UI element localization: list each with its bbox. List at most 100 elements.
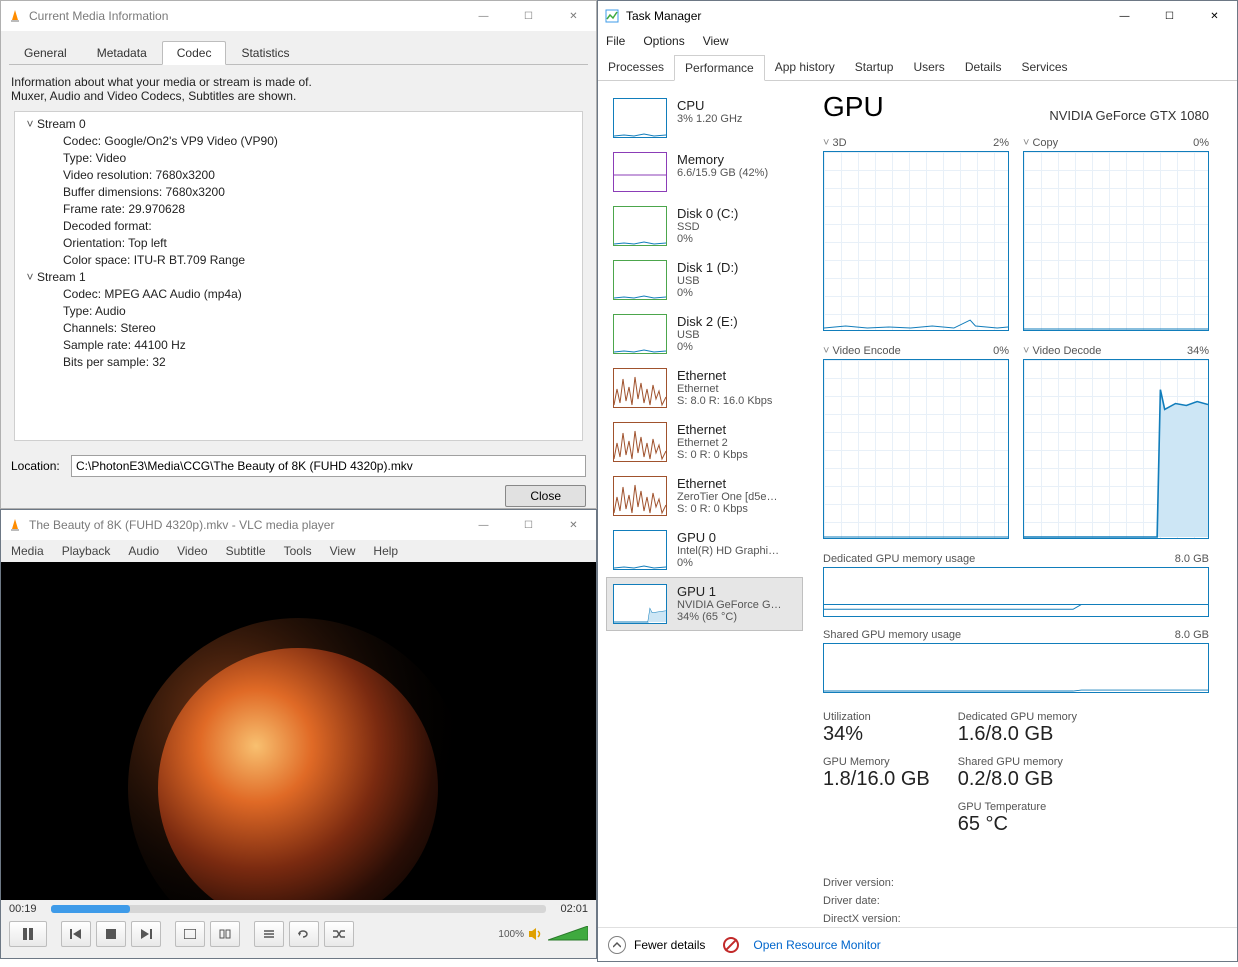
codec-property[interactable]: Codec: MPEG AAC Audio (mp4a) bbox=[63, 286, 574, 303]
menu-subtitle[interactable]: Subtitle bbox=[226, 544, 266, 558]
codec-description: Information about what your media or str… bbox=[11, 65, 586, 445]
chart-label[interactable]: Video Decode bbox=[1023, 345, 1101, 357]
codec-property[interactable]: Sample rate: 44100 Hz bbox=[63, 337, 574, 354]
open-resource-monitor-link[interactable]: Open Resource Monitor bbox=[753, 938, 880, 952]
menu-playback[interactable]: Playback bbox=[62, 544, 111, 558]
tab-details[interactable]: Details bbox=[955, 55, 1012, 80]
codec-property[interactable]: Color space: ITU-R BT.709 Range bbox=[63, 252, 574, 269]
codec-tree[interactable]: ˅Stream 0Codec: Google/On2's VP9 Video (… bbox=[14, 111, 583, 441]
vlc-info-titlebar[interactable]: Current Media Information — ☐ ✕ bbox=[1, 1, 596, 31]
chart-label[interactable]: 3D bbox=[823, 137, 847, 149]
menu-file[interactable]: File bbox=[606, 34, 625, 48]
seek-bar[interactable]: 00:19 02:01 bbox=[9, 903, 588, 915]
previous-button[interactable] bbox=[61, 921, 91, 947]
vlc-player-window: The Beauty of 8K (FUHD 4320p).mkv - VLC … bbox=[0, 509, 597, 959]
sidebar-item-gpu-0[interactable]: GPU 0Intel(R) HD Graphi…0% bbox=[606, 523, 803, 577]
volume-control[interactable]: 100% bbox=[498, 926, 588, 942]
maximize-button[interactable]: ☐ bbox=[1147, 1, 1192, 31]
gpu-chart-video-decode[interactable] bbox=[1023, 359, 1209, 539]
sidebar-item-memory[interactable]: Memory6.6/15.9 GB (42%) bbox=[606, 145, 803, 199]
codec-property[interactable]: Channels: Stereo bbox=[63, 320, 574, 337]
menu-view[interactable]: View bbox=[703, 34, 729, 48]
location-input[interactable] bbox=[71, 455, 586, 477]
expand-icon[interactable]: ˅ bbox=[23, 116, 37, 133]
minimize-button[interactable]: — bbox=[1102, 1, 1147, 31]
pause-button[interactable] bbox=[9, 921, 47, 947]
tab-users[interactable]: Users bbox=[903, 55, 954, 80]
sidebar-item-disk-2-e-[interactable]: Disk 2 (E:)USB0% bbox=[606, 307, 803, 361]
tab-statistics[interactable]: Statistics bbox=[226, 41, 304, 64]
task-manager-icon bbox=[604, 8, 620, 24]
sidebar-item-gpu-1[interactable]: GPU 1NVIDIA GeForce G…34% (65 °C) bbox=[606, 577, 803, 631]
dedicated-mem-chart[interactable] bbox=[823, 567, 1209, 617]
tab-app-history[interactable]: App history bbox=[765, 55, 845, 80]
menu-video[interactable]: Video bbox=[177, 544, 207, 558]
chart-label[interactable]: Copy bbox=[1023, 137, 1058, 149]
tab-startup[interactable]: Startup bbox=[845, 55, 904, 80]
minimize-button[interactable]: — bbox=[461, 1, 506, 31]
stream-header[interactable]: Stream 1 bbox=[37, 269, 86, 286]
maximize-button[interactable]: ☐ bbox=[506, 510, 551, 540]
video-area[interactable] bbox=[1, 562, 596, 900]
sidebar-item-disk-0-c-[interactable]: Disk 0 (C:)SSD0% bbox=[606, 199, 803, 253]
thumbnail-chart bbox=[613, 422, 667, 462]
shuffle-button[interactable] bbox=[324, 921, 354, 947]
close-button[interactable]: Close bbox=[505, 485, 586, 507]
sidebar-item-cpu[interactable]: CPU3% 1.20 GHz bbox=[606, 91, 803, 145]
stop-button[interactable] bbox=[96, 921, 126, 947]
extended-settings-button[interactable] bbox=[210, 921, 240, 947]
codec-property[interactable]: Bits per sample: 32 bbox=[63, 354, 574, 371]
menu-options[interactable]: Options bbox=[643, 34, 684, 48]
sidebar-item-ethernet[interactable]: EthernetEthernet 2S: 0 R: 0 Kbps bbox=[606, 415, 803, 469]
codec-property[interactable]: Frame rate: 29.970628 bbox=[63, 201, 574, 218]
menu-audio[interactable]: Audio bbox=[128, 544, 159, 558]
menu-view[interactable]: View bbox=[330, 544, 356, 558]
close-button[interactable]: ✕ bbox=[1192, 1, 1237, 31]
playlist-button[interactable] bbox=[254, 921, 284, 947]
stream-header[interactable]: Stream 0 bbox=[37, 116, 86, 133]
codec-property[interactable]: Video resolution: 7680x3200 bbox=[63, 167, 574, 184]
gpu-temperature-value: 65 °C bbox=[958, 813, 1077, 836]
chevron-up-icon[interactable] bbox=[608, 936, 626, 954]
tab-codec[interactable]: Codec bbox=[162, 41, 227, 65]
sidebar-item-ethernet[interactable]: EthernetEthernetS: 8.0 R: 16.0 Kbps bbox=[606, 361, 803, 415]
codec-property[interactable]: Decoded format: bbox=[63, 218, 574, 235]
tab-services[interactable]: Services bbox=[1012, 55, 1078, 80]
codec-property[interactable]: Orientation: Top left bbox=[63, 235, 574, 252]
sidebar-item-disk-1-d-[interactable]: Disk 1 (D:)USB0% bbox=[606, 253, 803, 307]
loop-button[interactable] bbox=[289, 921, 319, 947]
thumbnail-chart bbox=[613, 206, 667, 246]
codec-property[interactable]: Codec: Google/On2's VP9 Video (VP90) bbox=[63, 133, 574, 150]
fullscreen-button[interactable] bbox=[175, 921, 205, 947]
menu-tools[interactable]: Tools bbox=[284, 544, 312, 558]
close-button[interactable]: ✕ bbox=[551, 510, 596, 540]
tm-menubar: File Options View bbox=[598, 31, 1237, 51]
expand-icon[interactable]: ˅ bbox=[23, 269, 37, 286]
gpu-chart-3d[interactable] bbox=[823, 151, 1009, 331]
tab-processes[interactable]: Processes bbox=[598, 55, 674, 80]
tm-titlebar[interactable]: Task Manager — ☐ ✕ bbox=[598, 1, 1237, 31]
shared-mem-chart[interactable] bbox=[823, 643, 1209, 693]
seek-track[interactable] bbox=[51, 905, 546, 913]
vlc-player-titlebar[interactable]: The Beauty of 8K (FUHD 4320p).mkv - VLC … bbox=[1, 510, 596, 540]
close-button[interactable]: ✕ bbox=[551, 1, 596, 31]
tab-general[interactable]: General bbox=[9, 41, 82, 64]
menu-help[interactable]: Help bbox=[373, 544, 398, 558]
menu-media[interactable]: Media bbox=[11, 544, 44, 558]
sidebar-item-ethernet[interactable]: EthernetZeroTier One [d5e…S: 0 R: 0 Kbps bbox=[606, 469, 803, 523]
codec-property[interactable]: Type: Video bbox=[63, 150, 574, 167]
tab-performance[interactable]: Performance bbox=[674, 55, 765, 81]
gpu-chart-copy[interactable] bbox=[1023, 151, 1209, 331]
codec-property[interactable]: Buffer dimensions: 7680x3200 bbox=[63, 184, 574, 201]
dedicated-memory-value: 1.6/8.0 GB bbox=[958, 723, 1077, 746]
next-button[interactable] bbox=[131, 921, 161, 947]
gpu-chart-video-encode[interactable] bbox=[823, 359, 1009, 539]
tab-metadata[interactable]: Metadata bbox=[82, 41, 162, 64]
vlc-info-title: Current Media Information bbox=[29, 9, 461, 23]
maximize-button[interactable]: ☐ bbox=[506, 1, 551, 31]
chart-label[interactable]: Video Encode bbox=[823, 345, 901, 357]
codec-property[interactable]: Type: Audio bbox=[63, 303, 574, 320]
minimize-button[interactable]: — bbox=[461, 510, 506, 540]
fewer-details-link[interactable]: Fewer details bbox=[634, 938, 705, 952]
volume-slider[interactable] bbox=[548, 926, 588, 942]
